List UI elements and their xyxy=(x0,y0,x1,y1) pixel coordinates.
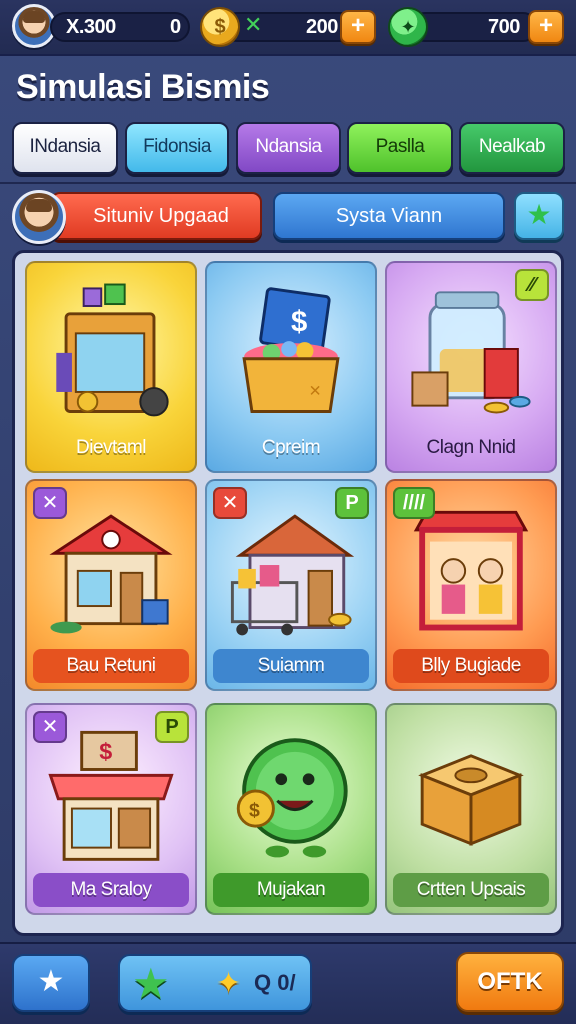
shop-stall-illustration xyxy=(56,283,169,417)
card-badge: P xyxy=(155,711,189,743)
svg-text:$: $ xyxy=(291,305,307,338)
tab-4[interactable]: Nealkab xyxy=(459,122,565,174)
card-label: Cpreim xyxy=(261,437,321,458)
xp-progress[interactable]: ★ ✦ Q 0/ xyxy=(118,954,312,1012)
card-label: Clagn Nnid xyxy=(426,437,517,458)
svg-text:$: $ xyxy=(249,799,260,821)
currency2-value: 200 xyxy=(306,16,338,38)
business-card-7[interactable]: $ ✕ P Ma Sraloy xyxy=(25,703,197,915)
x-icon: ✕ xyxy=(244,12,263,37)
ok-button[interactable]: OFTK xyxy=(456,952,564,1012)
svg-text:✕: ✕ xyxy=(309,383,322,400)
card-label: Bau Retuni xyxy=(33,649,189,683)
xp-text: Q 0/ xyxy=(254,970,296,995)
card-badge: ⁄⁄ xyxy=(515,269,549,301)
currency1-value: X.300 xyxy=(66,16,116,38)
card-label: Blly Bugiade xyxy=(393,649,549,683)
gem-icon: ✦ xyxy=(388,7,428,47)
add-gems-button[interactable]: + xyxy=(528,10,564,44)
star-icon: ★ xyxy=(132,960,170,1007)
divider xyxy=(0,182,576,184)
business-card-2[interactable]: $ ✕ Cpreim xyxy=(205,261,377,473)
tab-2[interactable]: Ndansia xyxy=(236,122,341,174)
coin-icon: $ xyxy=(200,7,240,47)
resource-bar: X.300 0 200 $ ✕ + 700 ✦ + xyxy=(0,0,576,56)
add-coins-button[interactable]: + xyxy=(340,10,376,44)
card-label: Mujakan xyxy=(213,873,369,907)
card-badge: P xyxy=(335,487,369,519)
card-badge: //// xyxy=(393,487,435,519)
money-box-illustration: $ ✕ xyxy=(242,287,340,413)
card-label: Crtten Upsais xyxy=(393,873,549,907)
business-card-3[interactable]: ⁄⁄ Clagn Nnid xyxy=(385,261,557,473)
close-badge[interactable]: ✕ xyxy=(213,487,247,519)
crate-illustration xyxy=(418,754,524,846)
upgrade-button[interactable]: Situniv Upgaad xyxy=(50,192,262,240)
tab-1[interactable]: Fidonsia xyxy=(125,122,229,174)
favorite-star-button[interactable]: ★ xyxy=(514,192,564,240)
close-badge[interactable]: ✕ xyxy=(33,711,67,743)
business-card-8[interactable]: $ Mujakan xyxy=(205,703,377,915)
card-label: Ma Sraloy xyxy=(33,873,189,907)
business-card-1[interactable]: Dievtaml xyxy=(25,261,197,473)
business-card-9[interactable]: Crtten Upsais xyxy=(385,703,557,915)
close-badge[interactable]: ✕ xyxy=(33,487,67,519)
card-label: Dievtaml xyxy=(76,437,146,458)
tab-3[interactable]: Paslla xyxy=(347,122,453,174)
currency1-pill: X.300 0 xyxy=(50,12,190,42)
coin-mascot-illustration: $ xyxy=(236,738,348,858)
business-card-4[interactable]: ✕ Bau Retuni xyxy=(25,479,197,691)
manager-avatar[interactable] xyxy=(12,190,66,244)
tab-0[interactable]: INdansia xyxy=(12,122,118,174)
system-button[interactable]: Systa Viann xyxy=(273,192,505,240)
currency1-extra: 0 xyxy=(170,16,181,38)
currency3-pill: 700 xyxy=(410,12,538,42)
currency3-value: 700 xyxy=(488,16,520,38)
home-star-button[interactable]: ★ xyxy=(12,954,90,1012)
business-grid: Dievtaml $ ✕ Cpreim ⁄⁄ Clagn Nnid ✕ Bau … xyxy=(12,250,564,936)
business-card-6[interactable]: //// Blly Bugiade xyxy=(385,479,557,691)
page-title: Simulasi Bismis xyxy=(16,68,270,106)
card-label: Suiamm xyxy=(213,649,369,683)
sparkle-icon: ✦ xyxy=(216,967,242,1000)
business-card-5[interactable]: ✕ P Suiamm xyxy=(205,479,377,691)
svg-text:$: $ xyxy=(99,739,112,765)
